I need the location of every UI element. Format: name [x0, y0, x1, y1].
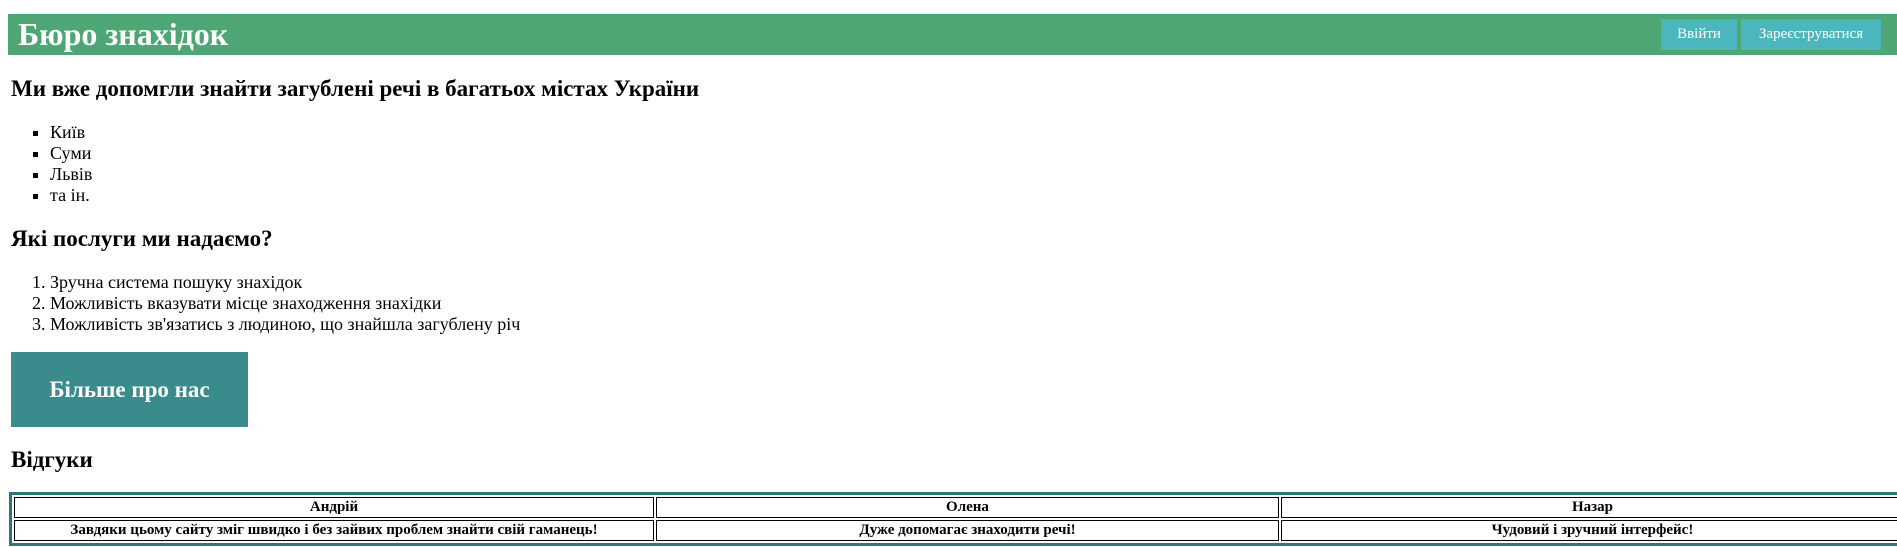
reviewer-name: Андрій — [14, 497, 654, 518]
list-item-city: Львів — [50, 164, 92, 185]
review-text: Дуже допомагає знаходити речі! — [656, 520, 1279, 541]
site-header: Бюро знахідок Ввійти Зареєструватися — [8, 14, 1897, 55]
cities-list: Київ Суми Львів та ін. — [10, 122, 92, 206]
reviewer-name: Олена — [656, 497, 1279, 518]
table-header-row: Андрій Олена Назар — [14, 497, 1897, 518]
review-text: Завдяки цьому сайту зміг швидко і без за… — [14, 520, 654, 541]
login-button[interactable]: Ввійти — [1661, 19, 1737, 50]
list-item-city: Київ — [50, 122, 92, 143]
list-item-city: Суми — [50, 143, 92, 164]
reviewer-name: Назар — [1281, 497, 1897, 518]
cities-heading: Ми вже допомгли знайти загублені речі в … — [11, 76, 700, 101]
table-row: Завдяки цьому сайту зміг швидко і без за… — [14, 520, 1897, 541]
list-item-service: Можливість вказувати місце знаходження з… — [50, 293, 520, 314]
services-heading: Які послуги ми надаємо? — [11, 226, 273, 251]
list-item-city: та ін. — [50, 185, 92, 206]
site-title: Бюро знахідок — [18, 16, 229, 52]
list-item-service: Зручна система пошуку знахідок — [50, 272, 520, 293]
signup-button[interactable]: Зареєструватися — [1741, 19, 1881, 50]
review-text: Чудовий і зручний інтерфейс! — [1281, 520, 1897, 541]
reviews-table: Андрій Олена Назар Завдяки цьому сайту з… — [12, 495, 1897, 543]
about-us-button[interactable]: Більше про нас — [11, 352, 248, 427]
reviews-table-frame: Андрій Олена Назар Завдяки цьому сайту з… — [9, 492, 1897, 546]
reviews-heading: Відгуки — [11, 447, 93, 472]
services-list: Зручна система пошуку знахідок Можливіст… — [10, 272, 520, 335]
auth-buttons: Ввійти Зареєструватися — [1661, 19, 1881, 50]
list-item-service: Можливість зв'язатись з людиною, що знай… — [50, 314, 520, 335]
